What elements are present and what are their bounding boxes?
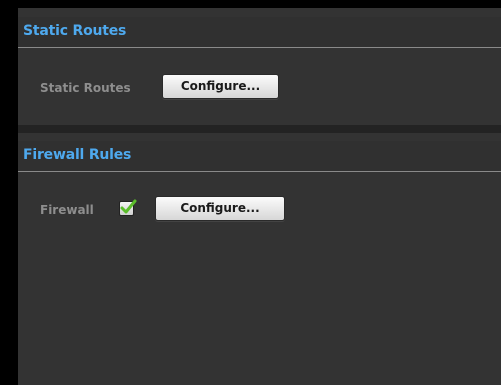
static-routes-configure-button[interactable]: Configure... xyxy=(162,74,279,99)
firewall-configure-button[interactable]: Configure... xyxy=(155,196,285,221)
static-routes-label: Static Routes xyxy=(40,81,131,95)
static-routes-header: Static Routes xyxy=(18,17,501,48)
static-routes-title: Static Routes xyxy=(23,23,127,39)
firewall-rules-header: Firewall Rules xyxy=(18,141,501,172)
firewall-rules-title: Firewall Rules xyxy=(23,147,132,163)
section-divider xyxy=(18,125,501,133)
checkmark-icon xyxy=(120,199,137,214)
firewall-checkbox[interactable] xyxy=(119,199,137,216)
firewall-label: Firewall xyxy=(40,203,94,217)
settings-panel: Static Routes Static Routes Configure...… xyxy=(18,8,501,385)
